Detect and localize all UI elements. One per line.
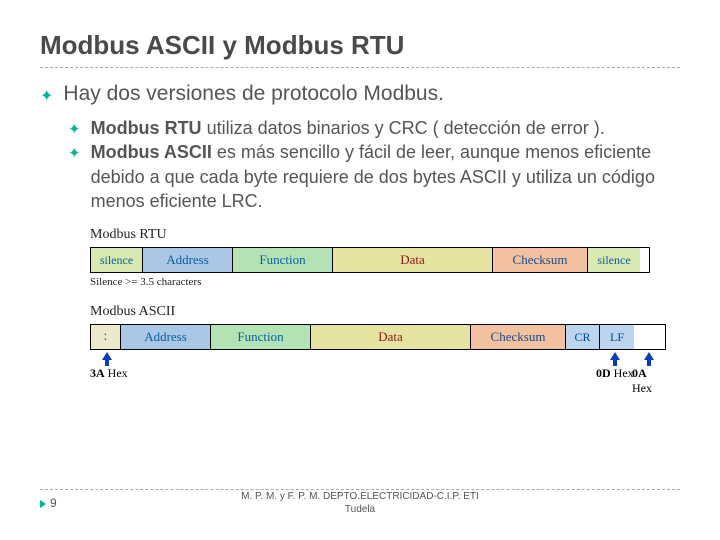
- field-function: Function: [211, 325, 311, 349]
- intro-text: Hay dos versiones de protocolo Modbus.: [63, 82, 444, 106]
- field-data: Data: [311, 325, 471, 349]
- arrow-icon: [102, 352, 112, 366]
- page-title: Modbus ASCII y Modbus RTU: [40, 30, 680, 68]
- bullet-icon: ✦: [68, 144, 81, 213]
- intro-item: ✦ Hay dos versiones de protocolo Modbus.: [40, 82, 680, 106]
- item-bold: Modbus RTU: [91, 118, 202, 138]
- hex-label-start: 3A Hex: [90, 366, 128, 381]
- item-rest: utiliza datos binarios y CRC ( detección…: [202, 118, 605, 138]
- field-function: Function: [233, 248, 333, 272]
- field-checksum: Checksum: [471, 325, 566, 349]
- silence-note: Silence >= 3.5 characters: [90, 276, 680, 288]
- bullet-icon: ✦: [68, 120, 81, 140]
- ascii-frame: : Address Function Data Checksum CR LF: [90, 324, 666, 350]
- footer-text: M. P. M. y F. P. M. DEPTO.ELECTRICIDAD-C…: [0, 490, 720, 516]
- arrow-icon: [610, 352, 620, 366]
- field-cr: CR: [566, 325, 600, 349]
- rtu-frame: silence Address Function Data Checksum s…: [90, 247, 650, 273]
- list-item: ✦ Modbus ASCII es más sencillo y fácil d…: [68, 140, 680, 213]
- field-silence-end: silence: [588, 248, 640, 272]
- field-address: Address: [143, 248, 233, 272]
- field-lf: LF: [600, 325, 634, 349]
- list-item: ✦ Modbus RTU utiliza datos binarios y CR…: [68, 116, 680, 140]
- item-text: Modbus ASCII es más sencillo y fácil de …: [91, 140, 680, 213]
- ascii-frame-label: Modbus ASCII: [90, 304, 680, 320]
- field-colon: :: [91, 325, 121, 349]
- rtu-frame-label: Modbus RTU: [90, 227, 680, 243]
- hex-label-cr: 0D Hex: [596, 366, 634, 381]
- hex-label-lf: 0A Hex: [632, 366, 652, 396]
- bullet-icon: ✦: [40, 86, 53, 106]
- field-silence: silence: [91, 248, 143, 272]
- arrow-icon: [644, 352, 654, 366]
- item-bold: Modbus ASCII: [91, 142, 212, 162]
- field-checksum: Checksum: [493, 248, 588, 272]
- field-address: Address: [121, 325, 211, 349]
- hex-annotations: 3A Hex 0D Hex 0A Hex: [90, 352, 650, 382]
- field-data: Data: [333, 248, 493, 272]
- item-text: Modbus RTU utiliza datos binarios y CRC …: [91, 116, 605, 140]
